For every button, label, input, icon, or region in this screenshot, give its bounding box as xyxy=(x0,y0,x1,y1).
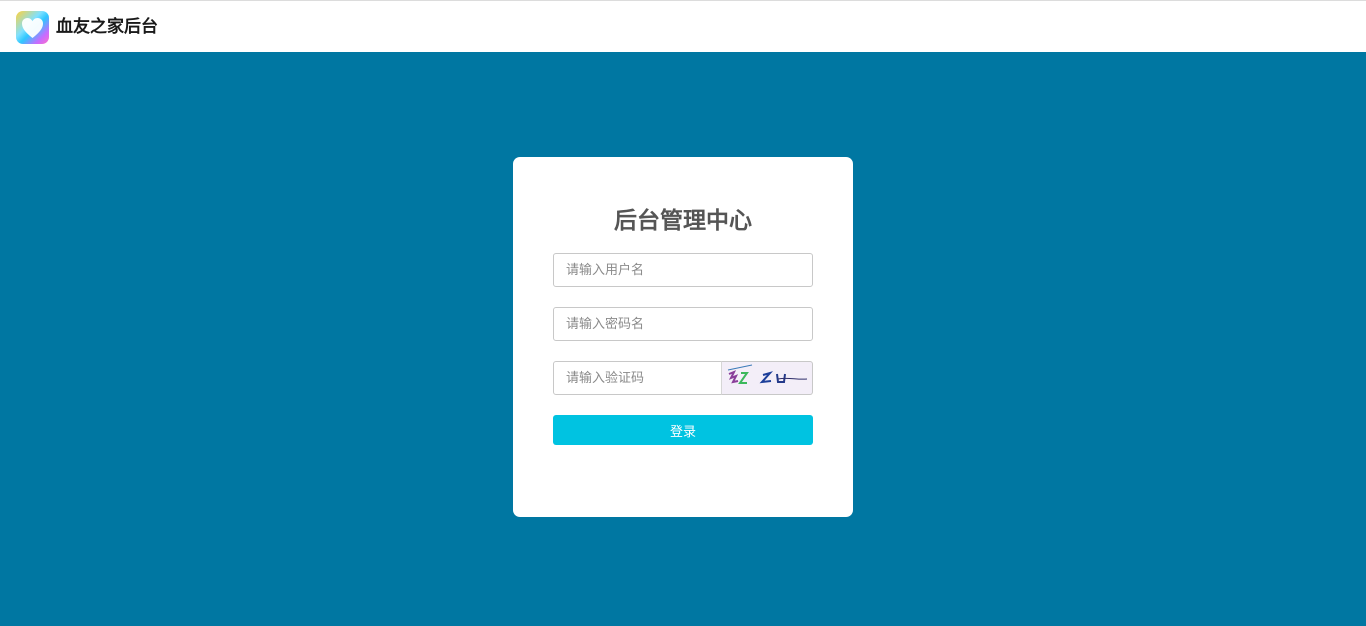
password-input[interactable] xyxy=(553,307,813,341)
username-input[interactable] xyxy=(553,253,813,287)
app-title: 血友之家后台 xyxy=(56,17,158,37)
captcha-image[interactable] xyxy=(721,361,813,395)
login-title: 后台管理中心 xyxy=(614,208,752,234)
top-bar: 血友之家后台 xyxy=(0,0,1366,52)
heart-icon xyxy=(16,11,49,44)
captcha-graphic xyxy=(727,364,808,384)
captcha-input[interactable] xyxy=(553,361,722,395)
login-button[interactable]: 登录 xyxy=(553,415,813,445)
